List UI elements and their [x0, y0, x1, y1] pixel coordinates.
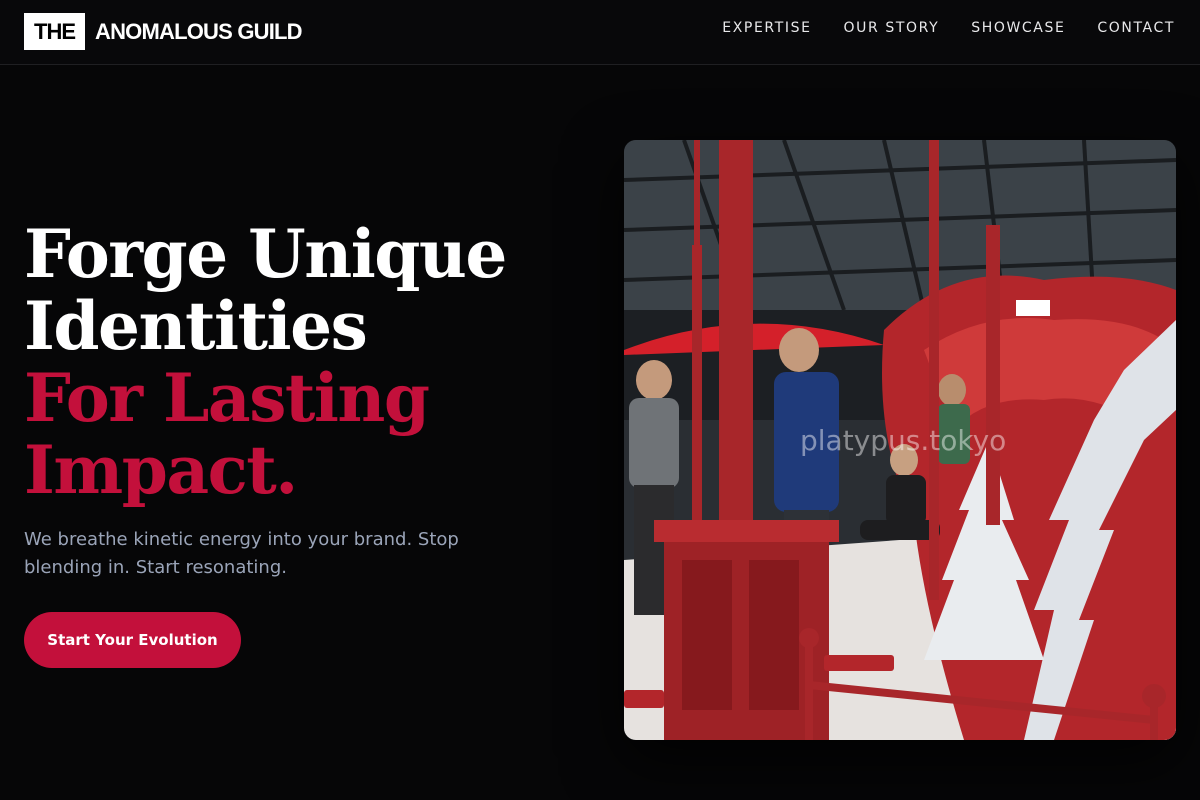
nav-contact[interactable]: CONTACT	[1097, 20, 1175, 36]
start-evolution-button[interactable]: Start Your Evolution	[24, 612, 241, 668]
logo[interactable]: THE ANOMALOUS GUILD	[24, 13, 303, 50]
nav-showcase[interactable]: SHOWCASE	[971, 20, 1065, 36]
logo-wordmark: ANOMALOUS GUILD	[95, 18, 303, 44]
hero-headline: Forge Unique Identities For Lasting Impa…	[24, 218, 584, 506]
nav-expertise[interactable]: EXPERTISE	[722, 20, 811, 36]
nav-our-story[interactable]: OUR STORY	[844, 20, 940, 36]
headline-line-4: Impact.	[24, 431, 298, 509]
image-watermark: platypus.tokyo	[800, 424, 1007, 457]
headline-line-3: For Lasting	[24, 359, 430, 437]
hero-subtitle: We breathe kinetic energy into your bran…	[24, 529, 459, 578]
logo-mark: THE	[24, 13, 85, 50]
headline-line-1: Forge Unique	[24, 215, 507, 293]
main-nav: EXPERTISE OUR STORY SHOWCASE CONTACT	[722, 20, 1175, 36]
site-header: THE ANOMALOUS GUILD EXPERTISE OUR STORY …	[0, 0, 1200, 65]
headline-line-2: Identities	[24, 287, 368, 365]
